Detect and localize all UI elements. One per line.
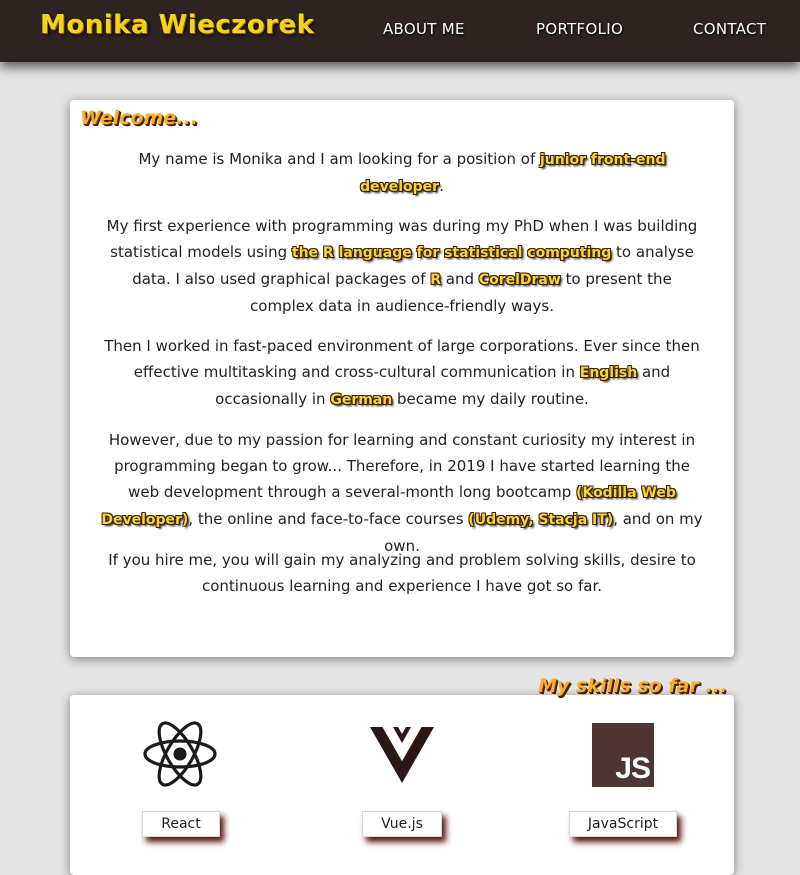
navbar: Monika Wieczorek ABOUT ME PORTFOLIO CONT…	[0, 0, 800, 62]
highlight-r-language: the R language for statistical computing	[291, 245, 612, 261]
highlight-udemy-stacja: (Udemy, Stacja IT)	[468, 512, 614, 528]
nav-contact[interactable]: CONTACT	[693, 20, 766, 38]
welcome-heading: Welcome...	[80, 107, 198, 129]
learning-paragraph: However, due to my passion for learning …	[101, 431, 703, 555]
skills-heading: My skills so far ...	[538, 675, 728, 697]
welcome-card: Welcome... My name is Monika and I am lo…	[70, 100, 734, 657]
highlight-german: German	[330, 392, 393, 408]
highlight-r: R	[430, 272, 442, 288]
hire-me-paragraph: If you hire me, you will gain my analyzi…	[108, 551, 696, 595]
skill-javascript-button[interactable]: JavaScript	[569, 811, 677, 837]
corporate-paragraph: Then I worked in fast-paced environment …	[104, 337, 700, 408]
experience-paragraph: My first experience with programming was…	[106, 217, 698, 315]
intro-paragraph: My name is Monika and I am looking for a…	[138, 150, 666, 195]
skills-card: JS React Vue.js JavaScript	[70, 695, 734, 875]
highlight-english: English	[579, 365, 638, 381]
javascript-icon: JS	[592, 723, 654, 787]
nav-portfolio[interactable]: PORTFOLIO	[536, 20, 623, 38]
skill-react-button[interactable]: React	[142, 811, 220, 837]
javascript-icon-label: JS	[615, 752, 651, 785]
nav-about-me[interactable]: ABOUT ME	[383, 20, 465, 38]
brand-logo[interactable]: Monika Wieczorek	[40, 10, 314, 40]
skill-vuejs-button[interactable]: Vue.js	[362, 811, 442, 837]
highlight-coreldraw: CorelDraw	[478, 272, 561, 288]
vue-icon	[370, 727, 434, 783]
react-icon	[143, 721, 217, 787]
